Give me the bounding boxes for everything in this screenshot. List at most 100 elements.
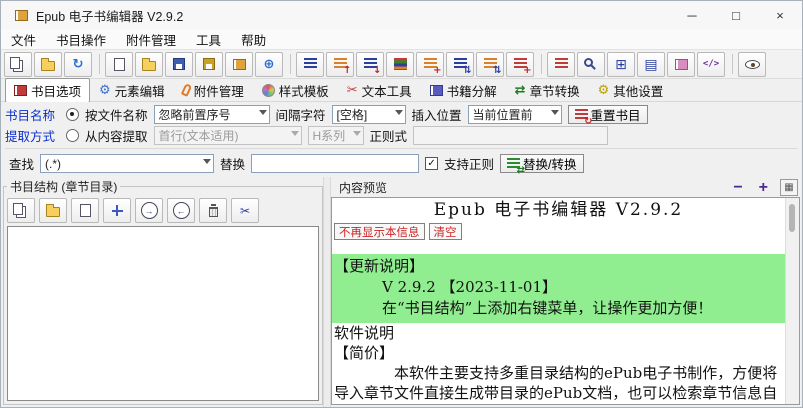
toc-paste-folder-button[interactable] <box>39 198 67 223</box>
toc-indent-left-button[interactable]: ← <box>167 198 195 223</box>
table-icon: ⊞ <box>615 55 627 72</box>
image-toggle-button[interactable]: ▦ <box>780 179 798 196</box>
toc-copy-button[interactable] <box>7 198 35 223</box>
tab-chapter-convert[interactable]: ⇄ 章节转换 <box>506 78 589 103</box>
menu-file[interactable]: 文件 <box>1 28 46 51</box>
folder-paste-icon <box>41 57 55 71</box>
toc-new-item-button[interactable] <box>71 198 99 223</box>
refresh-document-button[interactable]: ↻ <box>64 51 92 77</box>
search-chapters-button[interactable] <box>577 51 605 77</box>
extract-row-label: 提取方式 <box>5 130 56 144</box>
trash-icon <box>208 203 218 217</box>
table-view-button[interactable]: ⊞ <box>607 51 635 77</box>
toc-insert-below-icon <box>363 58 382 76</box>
regex-support-checkbox[interactable]: ✓ <box>425 157 439 170</box>
regex-input[interactable] <box>413 126 609 145</box>
by-filename-radio[interactable] <box>66 108 79 121</box>
export-epub-button[interactable]: ⊕ <box>255 51 283 77</box>
tab-attachment-manage[interactable]: 附件管理 <box>174 78 253 103</box>
toc-indent-right-button[interactable]: → <box>135 198 163 223</box>
extract-row: 提取方式 从内容提取 首行(文本适用) H系列 正则式 <box>5 125 798 146</box>
tab-text-tools[interactable]: ✂ 文本工具 <box>338 78 421 103</box>
hide-info-button[interactable]: 不再显示本信息 <box>334 223 425 240</box>
open-folder-button[interactable] <box>135 51 163 77</box>
paste-into-folder-button[interactable] <box>34 51 62 77</box>
menu-book-operations[interactable]: 书目操作 <box>46 28 116 51</box>
toc-insert-above-button[interactable] <box>326 51 354 77</box>
toc-append-item-button[interactable] <box>476 51 504 77</box>
title-bar: Epub 电子书编辑器 V2.9.2 ─ □ × <box>1 1 802 29</box>
chapter-list-button[interactable] <box>547 51 575 77</box>
convert-icon: ⇄ <box>514 82 526 97</box>
menu-help[interactable]: 帮助 <box>231 28 276 51</box>
h-series-select[interactable]: H系列 <box>307 126 364 145</box>
menu-tools[interactable]: 工具 <box>186 28 231 51</box>
preview-content: Epub 电子书编辑器 V2.9.2 不再显示本信息 清空 【更新说明】 V 2… <box>332 198 785 404</box>
main-area: 书目结构 (章节目录) → ← ✂ 内容预览 − + ▦ Epub 电子书编辑器… <box>1 177 802 407</box>
minimize-icon: ─ <box>687 7 697 23</box>
minimize-button[interactable]: ─ <box>670 1 714 29</box>
maximize-icon: □ <box>732 7 740 23</box>
tab-other-settings[interactable]: ⚙ 其他设置 <box>589 78 673 103</box>
name-row: 书目名称 按文件名称 忽略前置序号 间隔字符 [空格] 插入位置 当前位置前 重… <box>5 104 798 127</box>
gap-select[interactable]: [空格] <box>331 105 406 124</box>
source-code-button[interactable]: </> <box>697 51 725 77</box>
tab-style-template[interactable]: 样式模板 <box>253 78 338 103</box>
document-rows-button[interactable]: ▤ <box>637 51 665 77</box>
tab-element-edit[interactable]: ⚙ 元素编辑 <box>90 78 174 103</box>
copy-pages-button[interactable] <box>4 51 32 77</box>
tab-book-split[interactable]: 书籍分解 <box>421 78 506 103</box>
toc-add-item-button[interactable] <box>416 51 444 77</box>
position-select[interactable]: 当前位置前 <box>467 105 562 124</box>
toc-sort-levels-icon <box>393 58 407 70</box>
replace-convert-button[interactable]: 替换/转换 <box>500 154 584 176</box>
from-content-radio[interactable] <box>66 129 79 142</box>
toc-move-item-button[interactable] <box>103 198 131 223</box>
preview-box: Epub 电子书编辑器 V2.9.2 不再显示本信息 清空 【更新说明】 V 2… <box>331 197 800 405</box>
chevron-down-icon <box>290 131 299 136</box>
close-icon: × <box>776 7 784 23</box>
name-mode-select[interactable]: 忽略前置序号 <box>153 105 270 124</box>
move-icon <box>111 205 123 216</box>
toc-plus-item-button[interactable] <box>506 51 534 77</box>
toc-structure-title: 书目结构 (章节目录) <box>10 180 118 194</box>
save-as-file-button[interactable] <box>195 51 223 77</box>
close-button[interactable]: × <box>758 1 802 29</box>
replace-input[interactable] <box>251 154 420 173</box>
extract-mode-select[interactable]: 首行(文本适用) <box>153 126 302 145</box>
preview-eye-button[interactable] <box>738 51 766 77</box>
book-split-icon <box>429 84 443 96</box>
book-attachments-button[interactable] <box>667 51 695 77</box>
regex-support-label: 支持正则 <box>444 158 495 172</box>
toc-merge-items-button[interactable] <box>446 51 474 77</box>
toc-list-box[interactable] <box>7 226 319 401</box>
tab-book-options[interactable]: 书目选项 <box>5 77 91 103</box>
maximize-button[interactable]: □ <box>714 1 758 29</box>
save-file-button[interactable] <box>165 51 193 77</box>
toc-tools-button[interactable]: ✂ <box>231 198 259 223</box>
preview-scrollbar[interactable] <box>785 198 799 404</box>
toc-delete-button[interactable] <box>199 198 227 223</box>
new-document-button[interactable] <box>105 51 133 77</box>
toc-insert-below-button[interactable] <box>356 51 384 77</box>
toc-add-item-icon <box>423 58 442 76</box>
menu-attachment-manage[interactable]: 附件管理 <box>116 28 186 51</box>
toc-sort-levels-button[interactable] <box>386 51 414 77</box>
toc-list-button[interactable] <box>296 51 324 77</box>
font-larger-button[interactable]: + <box>751 179 776 196</box>
preview-heading: Epub 电子书编辑器 V2.9.2 <box>433 200 684 220</box>
refresh-icon: ↻ <box>72 56 84 71</box>
clear-button[interactable]: 清空 <box>428 223 462 240</box>
reset-booklist-button[interactable]: 重置书目 <box>567 105 648 127</box>
save-book-button[interactable] <box>225 51 253 77</box>
tools-icon: ✂ <box>346 82 358 97</box>
panel-splitter[interactable] <box>323 177 331 407</box>
font-smaller-button[interactable]: − <box>725 179 750 196</box>
arrow-right-icon: → <box>144 205 154 216</box>
toc-append-item-icon <box>483 58 502 76</box>
replace-convert-label: 替换/转换 <box>523 158 577 172</box>
new-item-icon <box>79 204 91 217</box>
find-combobox[interactable]: (.*) <box>40 154 215 173</box>
open-folder-icon <box>142 57 156 71</box>
scrollbar-thumb[interactable] <box>789 204 795 232</box>
